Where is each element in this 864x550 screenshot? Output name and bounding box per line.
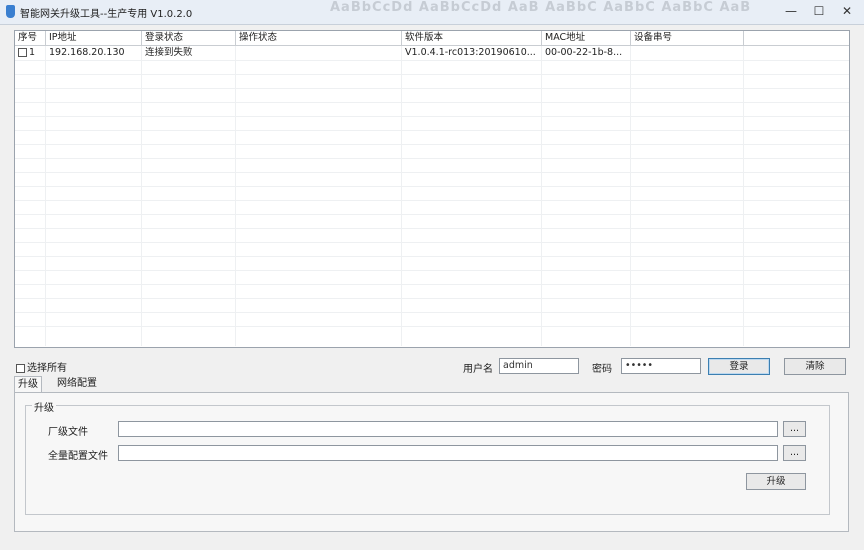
firmware-label: 厂级文件 (48, 427, 88, 438)
grid-line (15, 242, 849, 243)
table-row[interactable]: 1 192.168.20.130 连接到失败 V1.0.4.1-rc013:20… (15, 46, 849, 60)
grid-line (15, 144, 849, 145)
grid-line (15, 312, 849, 313)
minimize-button[interactable]: — (778, 3, 804, 20)
upgrade-panel: 升级 厂级文件 ... 全量配置文件 ... 升级 (14, 392, 849, 532)
config-label: 全量配置文件 (48, 451, 108, 462)
grid-line (541, 46, 542, 346)
column-header-version[interactable]: 软件版本 (402, 31, 542, 45)
title-bar[interactable]: 智能网关升级工具--生产专用 V1.0.2.0 AaBbCcDd AaBbCcD… (0, 0, 864, 25)
select-all-label: 选择所有 (27, 363, 67, 374)
grid-line (401, 46, 402, 346)
password-field[interactable]: ••••• (621, 358, 701, 374)
column-header-login-status[interactable]: 登录状态 (142, 31, 236, 45)
tab-upgrade[interactable]: 升级 (14, 376, 42, 393)
row-index: 1 (29, 47, 36, 58)
grid-line (15, 200, 849, 201)
app-icon (6, 5, 15, 18)
row-version: V1.0.4.1-rc013:20190610... (405, 47, 536, 58)
grid-line (15, 186, 849, 187)
grid-line (235, 46, 236, 346)
ribbon-style-preview: AaBbCcDd AaBbCcDd AaB AaBbC AaBbC AaBbC … (330, 0, 750, 15)
grid-line (15, 130, 849, 131)
row-checkbox[interactable] (18, 48, 27, 57)
grid-line (45, 46, 46, 346)
login-button[interactable]: 登录 (708, 358, 770, 375)
table-header: 序号 IP地址 登录状态 操作状态 软件版本 MAC地址 设备串号 (15, 31, 849, 46)
grid-line (15, 214, 849, 215)
tab-network-config[interactable]: 网络配置 (54, 376, 100, 392)
maximize-button[interactable]: ☐ (806, 3, 832, 20)
upgrade-group: 升级 厂级文件 ... 全量配置文件 ... 升级 (25, 399, 830, 515)
row-index-cell: 1 (17, 46, 46, 60)
grid-line (15, 228, 849, 229)
grid-line (15, 116, 849, 117)
grid-line (15, 326, 849, 327)
column-header-op-status[interactable]: 操作状态 (236, 31, 402, 45)
grid-line (15, 102, 849, 103)
upgrade-button[interactable]: 升级 (746, 473, 806, 490)
grid-line (15, 270, 849, 271)
grid-line (15, 256, 849, 257)
clear-button[interactable]: 清除 (784, 358, 846, 375)
password-label: 密码 (592, 364, 612, 375)
upgrade-group-title: 升级 (32, 399, 56, 414)
close-button[interactable]: ✕ (834, 3, 860, 20)
select-all-control[interactable]: 选择所有 (16, 359, 67, 374)
grid-line (743, 46, 744, 346)
grid-line (15, 284, 849, 285)
grid-line (15, 172, 849, 173)
column-header-ip[interactable]: IP地址 (46, 31, 142, 45)
column-header-mac[interactable]: MAC地址 (542, 31, 631, 45)
grid-line (15, 158, 849, 159)
grid-line (15, 60, 849, 61)
row-ip: 192.168.20.130 (49, 47, 125, 58)
username-field[interactable]: admin (499, 358, 579, 374)
column-header-serial[interactable]: 设备串号 (631, 31, 744, 45)
grid-line (630, 46, 631, 346)
grid-line (141, 46, 142, 346)
firmware-path-field[interactable] (118, 421, 778, 437)
row-op-status (236, 46, 402, 60)
column-header-index[interactable]: 序号 (15, 31, 46, 45)
grid-line (15, 298, 849, 299)
grid-line (15, 74, 849, 75)
username-label: 用户名 (463, 364, 493, 375)
config-browse-button[interactable]: ... (783, 445, 806, 461)
device-table[interactable]: 序号 IP地址 登录状态 操作状态 软件版本 MAC地址 设备串号 1 192.… (14, 30, 850, 348)
firmware-browse-button[interactable]: ... (783, 421, 806, 437)
window-title: 智能网关升级工具--生产专用 V1.0.2.0 (20, 9, 193, 20)
select-all-checkbox[interactable] (16, 363, 25, 373)
row-serial (631, 46, 744, 60)
grid-line (15, 88, 849, 89)
row-mac: 00-00-22-1b-8... (545, 47, 623, 58)
row-login-status: 连接到失败 (145, 47, 193, 58)
config-path-field[interactable] (118, 445, 778, 461)
